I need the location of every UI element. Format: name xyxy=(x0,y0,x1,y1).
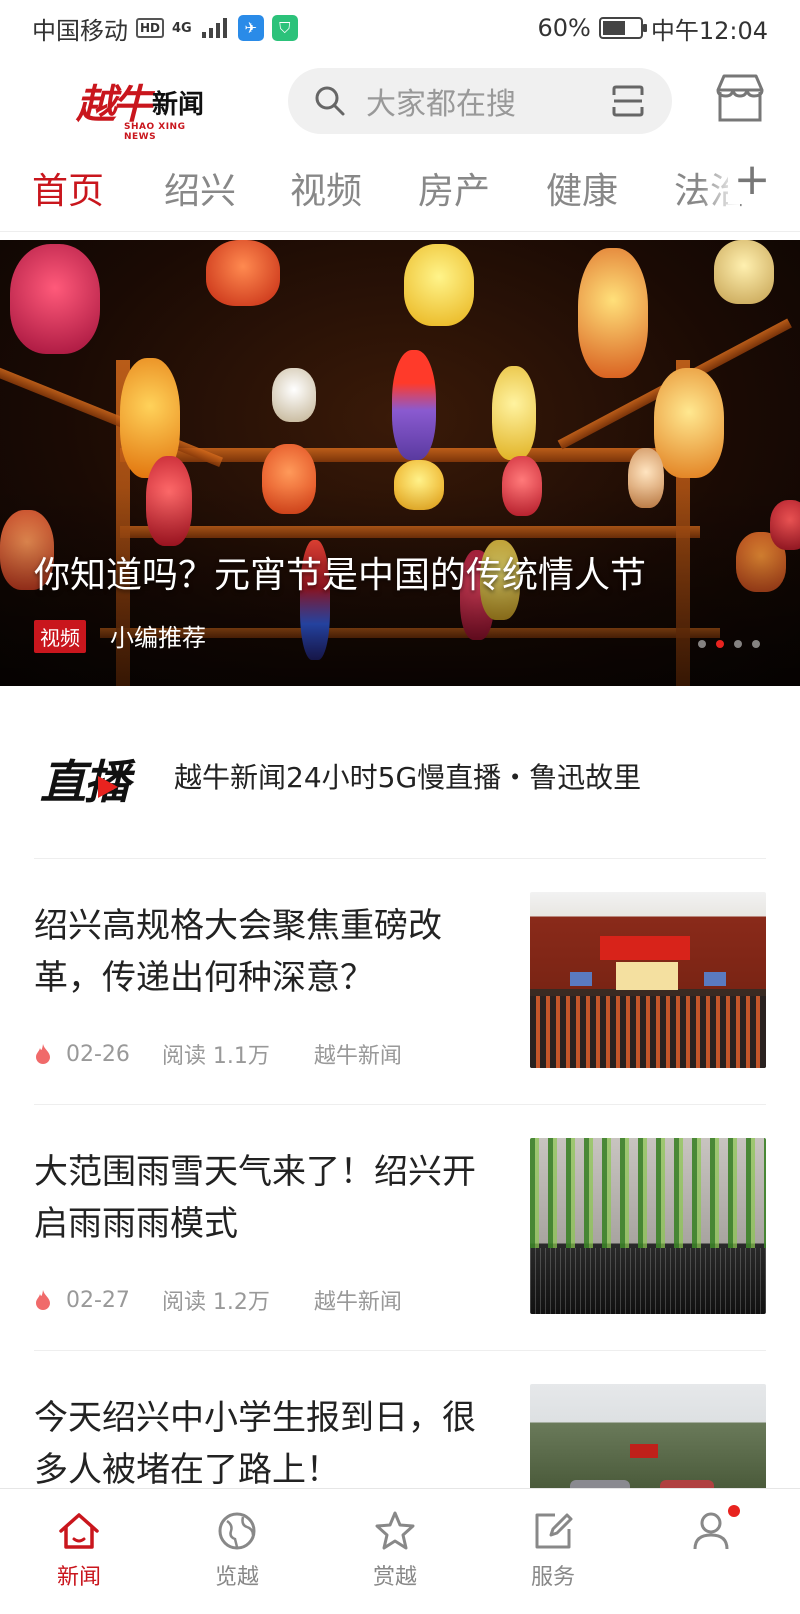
divider xyxy=(34,1350,766,1351)
logo-subtitle: SHAO XING NEWS xyxy=(124,122,186,142)
news-title[interactable]: 绍兴高规格大会聚焦重磅改革，传递出何种深意？ xyxy=(34,900,504,1004)
globe-icon xyxy=(218,1512,256,1550)
news-date: 02-27 xyxy=(66,1287,130,1313)
banner-title[interactable]: 你知道吗？元宵节是中国的传统情人节 xyxy=(34,546,646,598)
bird-app-icon: ✈ xyxy=(237,15,264,41)
app-header: 越牛 新闻 SHAO XING NEWS 大家都在搜 xyxy=(0,62,800,142)
news-read-count: 阅读 1.2万 xyxy=(161,1290,270,1315)
home-icon xyxy=(59,1513,99,1549)
battery-fill xyxy=(602,21,625,35)
search-icon xyxy=(315,86,345,116)
lantern-decoration xyxy=(578,248,648,378)
lantern-decoration xyxy=(654,368,724,478)
search-bar[interactable]: 大家都在搜 xyxy=(288,68,672,134)
nav-browse[interactable]: 览越 xyxy=(182,1499,292,1599)
tab-home[interactable]: 首页 xyxy=(32,162,104,214)
bottom-navigation: 新闻 览越 赏越 服务 xyxy=(0,1488,800,1600)
carousel-indicators xyxy=(698,640,760,648)
star-icon xyxy=(375,1511,415,1550)
news-meta: 02-26 阅读 1.1万 越牛新闻 xyxy=(34,1038,402,1070)
carousel-dot[interactable] xyxy=(734,640,742,648)
nav-label: 览越 xyxy=(214,1565,259,1590)
video-tag-badge: 视频 xyxy=(34,620,86,653)
live-stream-title[interactable]: 越牛新闻24小时5G慢直播・鲁迅故里 xyxy=(174,756,641,796)
tab-health[interactable]: 健康 xyxy=(546,162,618,214)
status-bar: 中国移动 HD 4G ✈ ⛉ 60% 中午12:04 xyxy=(0,0,800,56)
lantern-decoration xyxy=(272,368,316,422)
red-banner xyxy=(630,1444,658,1458)
status-right: 60% 中午12:04 xyxy=(537,11,768,46)
app-logo[interactable]: 越牛 新闻 SHAO XING NEWS xyxy=(76,72,216,142)
lantern-decoration xyxy=(714,240,774,304)
news-thumbnail[interactable] xyxy=(530,1138,766,1314)
news-date: 02-26 xyxy=(66,1041,130,1067)
search-placeholder: 大家都在搜 xyxy=(366,87,516,122)
news-list-item[interactable]: 绍兴高规格大会聚焦重磅改革，传递出何种深意？ 02-26 阅读 1.1万 越牛新… xyxy=(0,876,800,1122)
stage-backdrop xyxy=(616,962,678,990)
audience-rows xyxy=(530,996,766,1068)
edit-icon xyxy=(535,1513,573,1549)
lantern-decoration xyxy=(404,244,474,326)
banner-source: 小编推荐 xyxy=(110,624,206,652)
news-title[interactable]: 大范围雨雪天气来了！绍兴开启雨雨雨模式 xyxy=(34,1146,504,1250)
nav-services[interactable]: 服务 xyxy=(498,1499,608,1599)
play-icon xyxy=(98,776,118,798)
news-source: 越牛新闻 xyxy=(313,1044,402,1069)
clock: 中午12:04 xyxy=(650,16,768,45)
news-read-count: 阅读 1.1万 xyxy=(161,1044,270,1069)
banner-truss xyxy=(0,360,223,468)
nav-profile[interactable] xyxy=(656,1499,766,1599)
lantern-decoration xyxy=(10,244,100,354)
nav-label: 赏越 xyxy=(372,1565,417,1590)
network-label: 4G xyxy=(172,20,192,36)
fire-icon xyxy=(36,1290,50,1310)
news-title[interactable]: 今天绍兴中小学生报到日，很多人被堵在了路上！ xyxy=(34,1392,504,1496)
divider xyxy=(34,1104,766,1105)
channel-tabs: 首页 绍兴 视频 房产 健康 法治 + xyxy=(0,152,800,232)
nav-label: 新闻 xyxy=(56,1565,101,1590)
news-list-item[interactable]: 大范围雨雪天气来了！绍兴开启雨雨雨模式 02-27 阅读 1.2万 越牛新闻 xyxy=(0,1122,800,1368)
divider xyxy=(34,858,766,859)
battery-icon xyxy=(598,17,647,39)
logo-name: 新闻 xyxy=(152,90,205,120)
tab-shaoxing[interactable]: 绍兴 xyxy=(164,162,236,214)
carrier-label: 中国移动 xyxy=(32,16,128,45)
tab-video[interactable]: 视频 xyxy=(290,162,362,214)
notification-dot xyxy=(728,1505,740,1517)
lantern-decoration xyxy=(492,366,536,460)
carousel-dot[interactable] xyxy=(752,640,760,648)
stage-screen-left xyxy=(570,972,592,986)
rain-streaks xyxy=(530,1248,766,1314)
news-source: 越牛新闻 xyxy=(313,1290,402,1315)
hd-icon: HD xyxy=(136,18,165,38)
stage-screen xyxy=(600,936,690,960)
fire-icon xyxy=(36,1044,50,1064)
lantern-decoration xyxy=(392,350,436,460)
news-thumbnail[interactable] xyxy=(530,892,766,1068)
user-icon xyxy=(693,1512,729,1550)
stage-screen-right xyxy=(704,972,726,986)
battery-percent: 60% xyxy=(537,14,591,42)
lantern-decoration xyxy=(206,240,280,306)
status-left: 中国移动 HD 4G ✈ ⛉ xyxy=(32,11,298,46)
store-icon[interactable] xyxy=(710,68,770,128)
nav-label: 服务 xyxy=(530,1565,575,1590)
carousel-dot-active[interactable] xyxy=(716,640,724,648)
nav-appreciate[interactable]: 赏越 xyxy=(340,1499,450,1599)
willow-leaves xyxy=(530,1138,766,1248)
add-channel-button[interactable]: + xyxy=(728,156,776,204)
shield-app-icon: ⛉ xyxy=(271,15,298,41)
news-meta: 02-27 阅读 1.2万 越牛新闻 xyxy=(34,1284,402,1316)
tab-realestate[interactable]: 房产 xyxy=(418,162,490,214)
signal-icon xyxy=(201,18,227,38)
banner-carousel[interactable]: 你知道吗？元宵节是中国的传统情人节 视频 小编推荐 xyxy=(0,240,800,686)
scan-icon[interactable] xyxy=(610,83,646,119)
live-stream-entry[interactable]: 直播 越牛新闻24小时5G慢直播・鲁迅故里 xyxy=(0,720,800,840)
nav-news[interactable]: 新闻 xyxy=(24,1499,134,1599)
carousel-dot[interactable] xyxy=(698,640,706,648)
